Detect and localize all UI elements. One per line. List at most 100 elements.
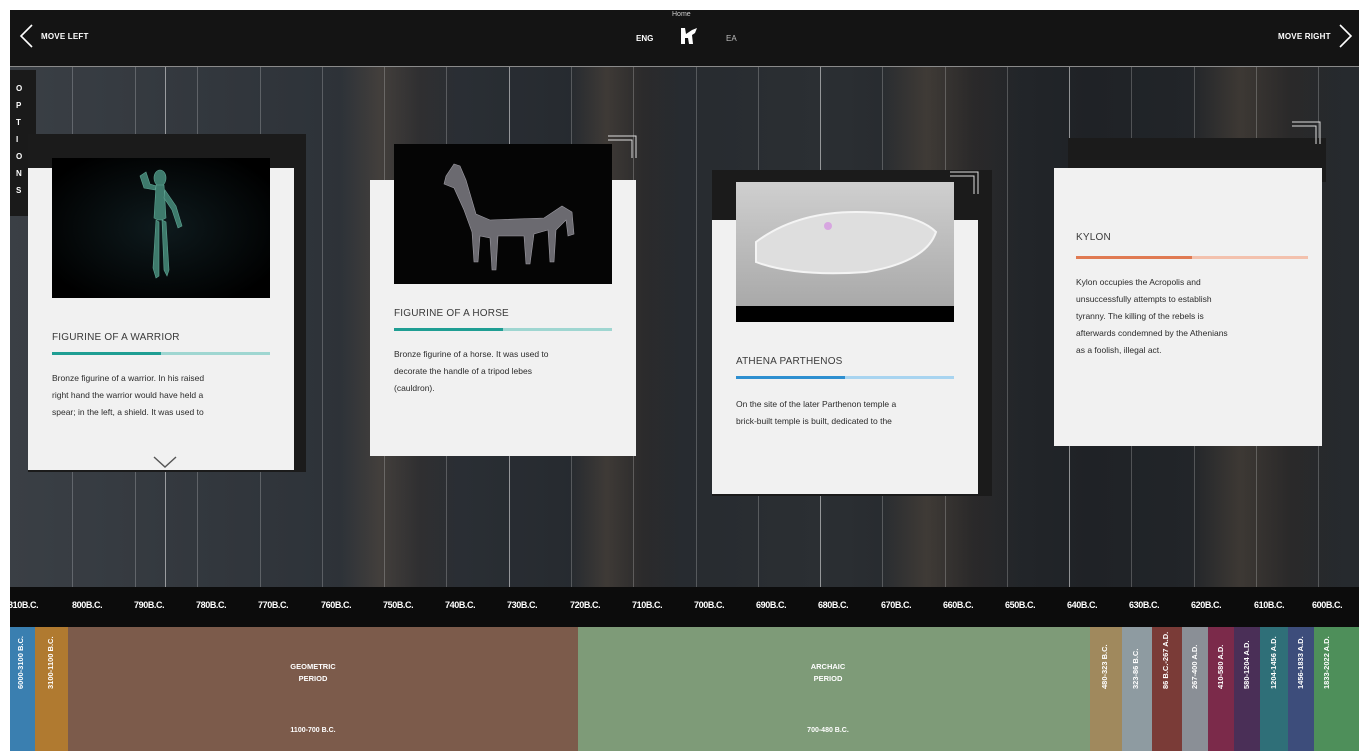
card-text-line: right hand the warrior would have held a [52,390,204,400]
card-progress-fill [1076,256,1192,259]
timeline-tick[interactable]: 660B.C. [943,600,974,610]
top-bar: MOVE LEFT Home ENG EA MOVE RIGHT [10,10,1359,67]
period-ottoman[interactable]: 1456-1833 A.D. [1288,627,1314,751]
timeline-tick[interactable]: 780B.C. [196,600,227,610]
timeline-tick[interactable]: 670B.C. [881,600,912,610]
timeline-tick[interactable]: 740B.C. [445,600,476,610]
options-letter: N [16,169,22,178]
card-progress-fill [394,328,503,331]
timeline-tick[interactable]: 750B.C. [383,600,414,610]
options-letter: O [16,152,23,161]
card-text: Kylon occupies the Acropolis and unsucce… [1076,274,1228,359]
timeline-tick[interactable]: 710B.C. [632,600,663,610]
home-logo-icon[interactable] [678,24,700,48]
card-text: Bronze figurine of a horse. It was used … [394,346,549,397]
timeline-tick[interactable]: 720B.C. [570,600,601,610]
period-label: 1204-1456 A.D. [1269,636,1278,689]
timeline-tick[interactable]: 650B.C. [1005,600,1036,610]
card-text: Bronze figurine of a warrior. In his rai… [52,370,204,421]
card-title: FIGURINE OF A WARRIOR [52,332,180,343]
timeline-tick[interactable]: 630B.C. [1129,600,1160,610]
card-text-line: unsuccessfully attempts to establish [1076,294,1212,304]
period-name-line: PERIOD [298,674,328,683]
period-frankish[interactable]: 1204-1456 A.D. [1260,627,1288,751]
card-text-line: decorate the handle of a tripod lebes [394,366,532,376]
timeline-tick[interactable]: 620B.C. [1191,600,1222,610]
card-progress-track [394,328,612,331]
options-letter: O [16,84,23,93]
period-label: 1456-1833 A.D. [1296,636,1305,689]
period-name-line: GEOMETRIC [290,662,336,671]
period-name-line: ARCHAIC [810,662,846,671]
horse-figurine-image [394,144,612,284]
timeline-ruler: 810B.C. 800B.C. 790B.C. 780B.C. 770B.C. … [10,587,1359,627]
timeline-tick[interactable]: 610B.C. [1254,600,1285,610]
period-bronze-age[interactable]: 3100-1100 B.C. [35,627,68,751]
period-archaic[interactable]: ARCHAIC PERIOD 700-480 B.C. [578,627,1090,751]
chevron-left-icon[interactable] [16,22,38,50]
card-progress-track [1076,256,1308,259]
period-classical[interactable]: 480-323 B.C. [1090,627,1122,751]
period-label: 6000-3100 B.C. [16,636,25,689]
language-eng-button[interactable]: ENG [636,34,653,43]
periods-band: 6000-3100 B.C. 3100-1100 B.C. GEOMETRIC … [10,627,1359,751]
move-left-button[interactable]: MOVE LEFT [41,32,89,41]
home-label: Home [672,11,691,18]
card-text-line: (cauldron). [394,383,435,393]
chevron-right-icon[interactable] [1334,22,1356,50]
card-corner-icon [950,171,979,194]
card-kylon[interactable]: KYLON Kylon occupies the Acropolis and u… [1054,168,1322,446]
card-corner-icon [1292,121,1321,144]
card-title: KYLON [1076,232,1111,243]
period-range: 700-480 B.C. [807,727,849,734]
timeline-tick[interactable]: 810B.C. [10,600,39,610]
timeline-tick[interactable]: 600B.C. [1312,600,1343,610]
timeline-tick[interactable]: 770B.C. [258,600,289,610]
period-label: 323-86 B.C. [1131,648,1140,689]
period-label: 3100-1100 B.C. [46,636,55,689]
card-text-line: On the site of the later Parthenon templ… [736,399,897,409]
card-progress-fill [736,376,845,379]
card-corner-icon [608,135,637,158]
card-text-line: brick-built temple is built, dedicated t… [736,416,892,426]
period-roman[interactable]: 86 B.C.-267 A.D. [1152,627,1182,751]
period-label: 1833-2022 A.D. [1322,636,1331,689]
timeline-tick[interactable]: 760B.C. [321,600,352,610]
chevron-down-icon[interactable] [152,455,178,469]
acropolis-model-image [736,182,954,322]
options-letter: S [16,186,22,195]
period-name: GEOMETRIC PERIOD [68,661,558,685]
period-neolithic[interactable]: 6000-3100 B.C. [10,627,35,751]
options-letter: P [16,101,22,110]
card-text-line: Bronze figurine of a warrior. In his rai… [52,373,205,383]
timeline-tick[interactable]: 790B.C. [134,600,165,610]
card-text-line: spear; in the left, a shield. It was use… [52,407,204,417]
timeline-tick[interactable]: 800B.C. [72,600,103,610]
period-modern[interactable]: 1833-2022 A.D. [1314,627,1359,751]
period-label: 480-323 B.C. [1100,644,1109,689]
period-name: ARCHAIC PERIOD [578,661,1078,685]
card-progress-track [736,376,954,379]
card-progress-fill [52,352,161,355]
card-title: FIGURINE OF A HORSE [394,308,509,319]
card-progress-track [52,352,270,355]
timeline-tick[interactable]: 730B.C. [507,600,538,610]
card-text-line: afterwards condemned by the Athenians [1076,328,1228,338]
timeline-tick[interactable]: 680B.C. [818,600,849,610]
period-late-roman[interactable]: 267-400 A.D. [1182,627,1208,751]
period-geometric[interactable]: GEOMETRIC PERIOD 1100-700 B.C. [68,627,578,751]
period-range: 1100-700 B.C. [290,727,336,734]
period-hellenistic[interactable]: 323-86 B.C. [1122,627,1152,751]
timeline-tick[interactable]: 640B.C. [1067,600,1098,610]
card-text-line: Bronze figurine of a horse. It was used … [394,349,549,359]
timeline-tick[interactable]: 700B.C. [694,600,725,610]
period-byzantine[interactable]: 580-1204 A.D. [1234,627,1260,751]
options-letter: T [16,118,21,127]
move-right-button[interactable]: MOVE RIGHT [1278,32,1331,41]
period-name-line: PERIOD [813,674,843,683]
timeline-tick[interactable]: 690B.C. [756,600,787,610]
period-early-christian[interactable]: 410-580 A.D. [1208,627,1234,751]
period-label: 580-1204 A.D. [1242,640,1251,689]
card-title: ATHENA PARTHENOS [736,356,843,367]
language-ea-button[interactable]: EA [726,34,737,43]
